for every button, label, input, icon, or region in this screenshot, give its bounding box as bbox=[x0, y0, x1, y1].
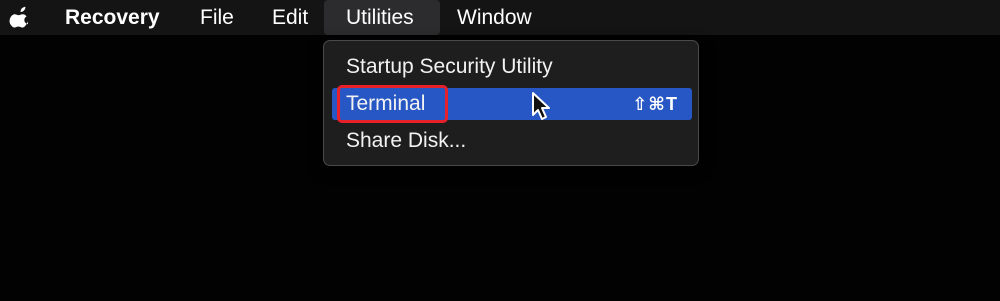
menu-file[interactable]: File bbox=[190, 0, 244, 35]
menu-bar: Recovery File Edit Utilities Window bbox=[0, 0, 1000, 35]
pointer-cursor-icon bbox=[531, 91, 553, 121]
recovery-screen: Recovery File Edit Utilities Window Star… bbox=[0, 0, 1000, 301]
menu-recovery[interactable]: Recovery bbox=[55, 0, 170, 35]
menu-edit[interactable]: Edit bbox=[262, 0, 318, 35]
menu-item-startup-security-utility[interactable]: Startup Security Utility bbox=[332, 51, 692, 83]
menu-item-share-disk[interactable]: Share Disk... bbox=[332, 125, 692, 157]
menu-window[interactable]: Window bbox=[447, 0, 542, 35]
menu-utilities[interactable]: Utilities bbox=[324, 0, 440, 35]
menu-item-label: Share Disk... bbox=[346, 129, 467, 152]
menu-item-label: Startup Security Utility bbox=[346, 55, 553, 78]
highlight-annotation-box bbox=[337, 85, 448, 123]
apple-icon[interactable] bbox=[9, 6, 31, 30]
keyboard-shortcut: ⇧⌘T bbox=[632, 93, 678, 114]
